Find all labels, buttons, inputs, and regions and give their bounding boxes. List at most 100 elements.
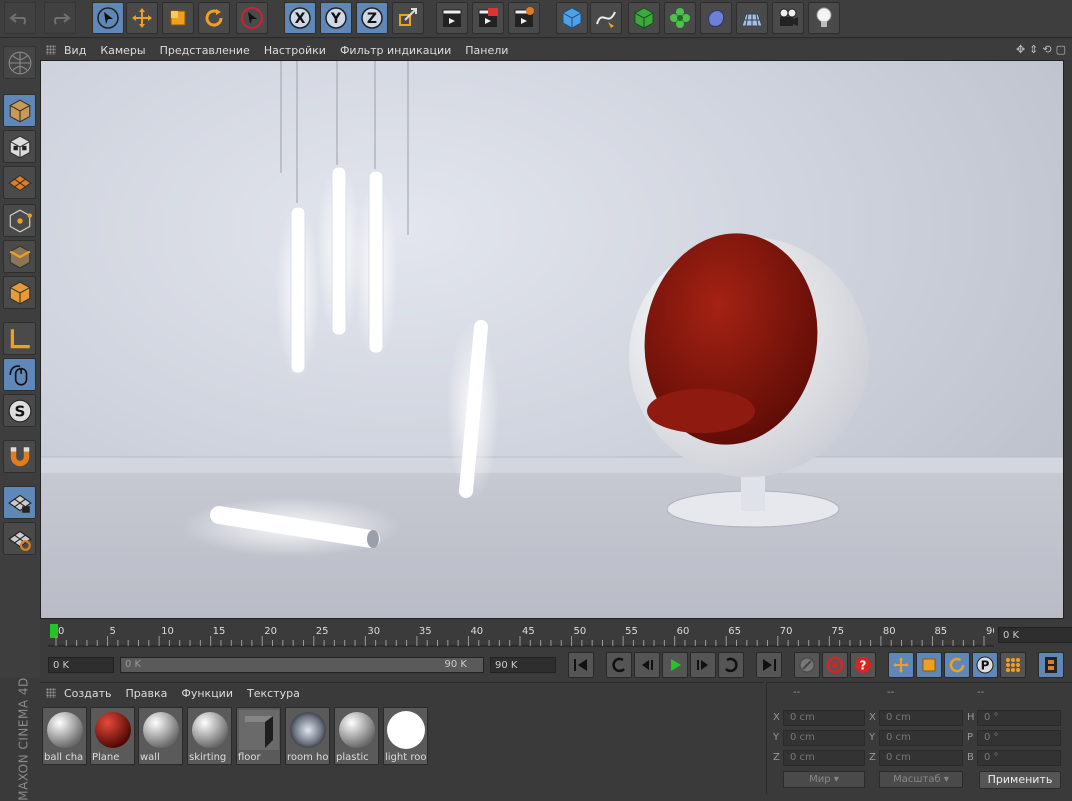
autokey-icon xyxy=(826,656,844,674)
render-settings-button[interactable] xyxy=(508,2,540,34)
menu-view[interactable]: Вид xyxy=(64,44,86,57)
coordinate-space-dropdown[interactable]: Мир ▾ xyxy=(783,771,865,788)
orbit-icon[interactable]: ⟲ xyxy=(1042,43,1051,56)
goto-end-button[interactable] xyxy=(756,652,782,678)
material-swatch[interactable]: light roo xyxy=(383,707,428,765)
start-frame-field[interactable]: 0 K xyxy=(48,657,114,673)
size-mode-dropdown[interactable]: Масштаб ▾ xyxy=(879,771,963,788)
render-view-button[interactable] xyxy=(436,2,468,34)
x-axis-lock-button[interactable]: X xyxy=(284,2,316,34)
rot-h-field[interactable]: 0 ° xyxy=(977,710,1061,726)
points-mode-button[interactable] xyxy=(3,204,36,237)
material-swatch[interactable]: skirting xyxy=(187,707,232,765)
z-axis-lock-button[interactable]: Z xyxy=(356,2,388,34)
menu-panel[interactable]: Панели xyxy=(465,44,508,57)
panel-grip-icon[interactable] xyxy=(46,688,56,698)
end-frame-field[interactable]: 90 K xyxy=(490,657,556,673)
select-tool-button[interactable] xyxy=(92,2,124,34)
make-editable-button[interactable] xyxy=(3,46,36,79)
cloner-button[interactable] xyxy=(664,2,696,34)
planar-workplane-button[interactable] xyxy=(3,522,36,555)
light-button[interactable] xyxy=(808,2,840,34)
snap-button[interactable]: S xyxy=(3,394,36,427)
size-z-field[interactable]: 0 cm xyxy=(879,750,963,766)
3d-viewport[interactable] xyxy=(40,60,1064,619)
pan-icon[interactable]: ✥ xyxy=(1016,43,1025,56)
lock-workplane-button[interactable] xyxy=(3,486,36,519)
apply-button[interactable]: Применить xyxy=(979,771,1061,789)
material-swatch[interactable]: room ho xyxy=(285,707,330,765)
move-tool-button[interactable] xyxy=(126,2,158,34)
key-position-button[interactable] xyxy=(888,652,914,678)
timeline-window-button[interactable] xyxy=(1038,652,1064,678)
menu-edit[interactable]: Правка xyxy=(126,687,168,700)
deformer-button[interactable] xyxy=(700,2,732,34)
current-frame-field[interactable]: 0 K xyxy=(998,627,1072,643)
size-x-field[interactable]: 0 cm xyxy=(879,710,963,726)
scale-tool-button[interactable] xyxy=(162,2,194,34)
key-parameter-button[interactable]: P xyxy=(972,652,998,678)
play-button[interactable] xyxy=(662,652,688,678)
next-frame-button[interactable] xyxy=(690,652,716,678)
timeline-tick-label: 35 xyxy=(419,626,432,637)
next-key-button[interactable] xyxy=(718,652,744,678)
render-picture-viewer-button[interactable] xyxy=(472,2,504,34)
material-swatch[interactable]: ball cha xyxy=(42,707,87,765)
material-swatch[interactable]: wall xyxy=(138,707,183,765)
pos-z-field[interactable]: 0 cm xyxy=(783,750,865,766)
edges-mode-button[interactable] xyxy=(3,240,36,273)
playhead-marker[interactable] xyxy=(50,624,58,638)
rotation-header: -- xyxy=(977,687,985,698)
menu-create[interactable]: Создать xyxy=(64,687,112,700)
polygons-mode-button[interactable] xyxy=(3,276,36,309)
material-label: ball cha xyxy=(44,752,84,763)
coordinate-system-button[interactable] xyxy=(392,2,424,34)
preview-range-slider[interactable]: 0 K 90 K xyxy=(120,657,484,673)
timeline-ruler[interactable]: 0 5 10 15 20 25 30 35 40 45 50 55 60 65 70 75 80 85 90 xyxy=(48,622,994,648)
spline-pen-button[interactable] xyxy=(590,2,622,34)
magnet-button[interactable] xyxy=(3,440,36,473)
dolly-icon[interactable]: ⇕ xyxy=(1029,43,1038,56)
rot-b-field[interactable]: 0 ° xyxy=(977,750,1061,766)
tweak-mode-button[interactable] xyxy=(3,358,36,391)
workplane-mode-button[interactable] xyxy=(3,166,36,199)
keyframe-selection-button[interactable]: ? xyxy=(850,652,876,678)
key-rotation-button[interactable] xyxy=(944,652,970,678)
live-select-button[interactable] xyxy=(236,2,268,34)
floor-object-button[interactable] xyxy=(736,2,768,34)
y-axis-lock-button[interactable]: Y xyxy=(320,2,352,34)
record-active-button[interactable] xyxy=(794,652,820,678)
material-swatch[interactable]: plastic xyxy=(334,707,379,765)
rot-p-field[interactable]: 0 ° xyxy=(977,730,1061,746)
subdivision-surface-button[interactable] xyxy=(628,2,660,34)
model-mode-button[interactable] xyxy=(3,94,36,127)
panel-grip-icon[interactable] xyxy=(46,45,56,55)
maximize-icon[interactable]: ▢ xyxy=(1056,43,1066,56)
prev-frame-button[interactable] xyxy=(634,652,660,678)
material-swatch[interactable]: Plane xyxy=(90,707,135,765)
redo-button[interactable] xyxy=(44,2,76,34)
menu-cameras[interactable]: Камеры xyxy=(100,44,145,57)
pos-y-field[interactable]: 0 cm xyxy=(783,730,865,746)
menu-options[interactable]: Настройки xyxy=(264,44,326,57)
autokey-button[interactable] xyxy=(822,652,848,678)
menu-display[interactable]: Представление xyxy=(160,44,250,57)
magnet-icon xyxy=(10,446,29,466)
prev-key-button[interactable] xyxy=(606,652,632,678)
rotate-tool-button[interactable] xyxy=(198,2,230,34)
menu-function[interactable]: Функции xyxy=(181,687,233,700)
menu-filter[interactable]: Фильтр индикации xyxy=(340,44,451,57)
material-swatch[interactable]: floor xyxy=(236,707,281,765)
key-point-level-button[interactable] xyxy=(1000,652,1026,678)
camera-button[interactable] xyxy=(772,2,804,34)
axis-mode-button[interactable] xyxy=(3,322,36,355)
texture-mode-button[interactable] xyxy=(3,130,36,163)
key-scale-button[interactable] xyxy=(916,652,942,678)
undo-button[interactable] xyxy=(4,2,36,34)
timeline-tick-label: 50 xyxy=(574,626,587,637)
pos-x-field[interactable]: 0 cm xyxy=(783,710,865,726)
cube-primitive-button[interactable] xyxy=(556,2,588,34)
menu-texture[interactable]: Текстура xyxy=(247,687,300,700)
goto-start-button[interactable] xyxy=(568,652,594,678)
size-y-field[interactable]: 0 cm xyxy=(879,730,963,746)
